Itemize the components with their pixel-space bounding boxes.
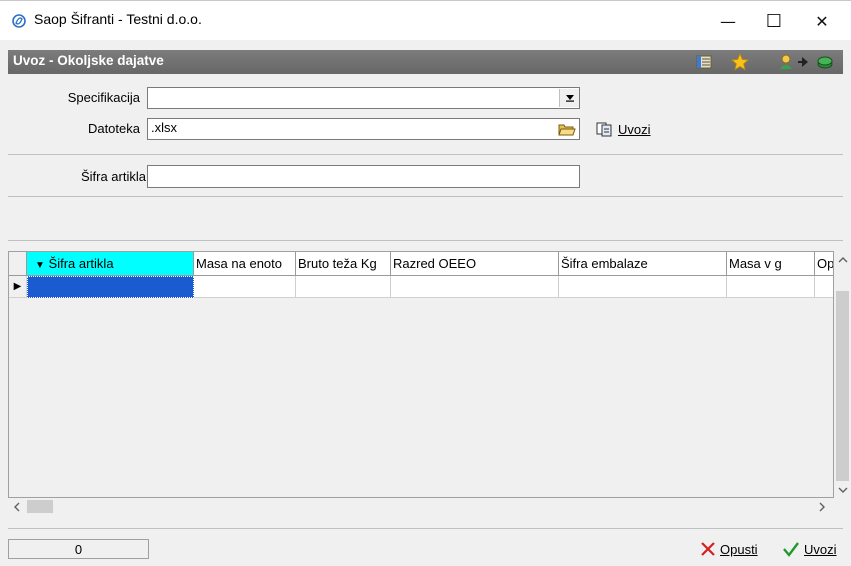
separator (8, 154, 843, 155)
separator (8, 240, 843, 241)
checkmark-icon (783, 542, 799, 557)
sifra-artikla-label: Šifra artikla (80, 169, 146, 184)
horizontal-scrollbar[interactable] (8, 498, 834, 515)
sifra-artikla-input[interactable] (147, 165, 580, 188)
scroll-up-icon[interactable] (834, 251, 851, 268)
window-title: Saop Šifranti - Testni d.o.o. (34, 11, 202, 27)
star-icon[interactable] (731, 53, 749, 71)
cancel-label: Opusti (720, 541, 758, 557)
vertical-scroll-thumb[interactable] (836, 291, 849, 481)
separator (8, 196, 843, 197)
grid-cell[interactable] (194, 276, 296, 298)
grid-cell[interactable] (559, 276, 727, 298)
open-folder-icon[interactable] (557, 120, 577, 138)
form-header-bar: Uvoz - Okoljske dajatve (8, 50, 843, 74)
record-count-field: 0 (8, 539, 149, 559)
datoteka-label: Datoteka (87, 121, 140, 136)
datoteka-field[interactable]: .xlsx (147, 118, 580, 140)
uvozi-file-label: Uvozi (618, 121, 651, 137)
cancel-x-icon (701, 542, 715, 556)
import-icon (596, 122, 612, 137)
user-arrow-icon[interactable] (777, 53, 795, 71)
column-header-razred-oeeo[interactable]: Razred OEEO (391, 252, 559, 276)
separator (8, 528, 843, 529)
dropdown-arrow-icon[interactable] (559, 89, 579, 107)
column-header-sifra-embalaze[interactable]: Šifra embalaze (559, 252, 727, 276)
datoteka-value: .xlsx (151, 120, 177, 135)
grid-cell[interactable] (727, 276, 815, 298)
uvozi-file-button[interactable]: Uvozi (596, 121, 651, 137)
maximize-button[interactable]: ☐ (751, 1, 797, 41)
sort-desc-icon: ▼ (35, 260, 45, 271)
grid-cell[interactable] (815, 276, 833, 298)
grid-cell[interactable] (296, 276, 391, 298)
column-header-sifra-artikla[interactable]: ▼ Šifra artikla (27, 252, 194, 276)
specifikacija-select[interactable] (147, 87, 580, 109)
grid-cell[interactable] (391, 276, 559, 298)
import-button[interactable]: Uvozi (782, 541, 837, 557)
horizontal-scroll-thumb[interactable] (27, 500, 53, 513)
scroll-down-icon[interactable] (834, 481, 851, 498)
grid-corner (9, 252, 27, 276)
grid-cell-selected[interactable] (27, 276, 194, 298)
window-titlebar: Saop Šifranti - Testni d.o.o. — ☐ ✕ (0, 0, 851, 40)
column-header-masa-v-g[interactable]: Masa v g (727, 252, 815, 276)
minimize-button[interactable]: — (705, 1, 751, 41)
column-header-label: Šifra artikla (48, 256, 114, 271)
column-header-op[interactable]: Op (815, 252, 833, 276)
form-title: Uvoz - Okoljske dajatve (13, 53, 164, 68)
scroll-left-icon[interactable] (8, 498, 25, 515)
money-icon[interactable] (816, 53, 834, 71)
list-icon[interactable] (695, 53, 713, 71)
specifikacija-label: Specifikacija (67, 90, 140, 105)
data-grid[interactable]: ▼ Šifra artikla Masa na enoto Bruto teža… (8, 251, 834, 498)
current-row-indicator-icon: ▶ (9, 276, 27, 298)
app-logo-icon (12, 14, 26, 28)
column-header-masa-na-enoto[interactable]: Masa na enoto (194, 252, 296, 276)
close-button[interactable]: ✕ (799, 1, 845, 41)
column-header-bruto-teza[interactable]: Bruto teža Kg (296, 252, 391, 276)
vertical-scrollbar[interactable] (834, 251, 851, 498)
cancel-button[interactable]: Opusti (700, 541, 758, 557)
import-label: Uvozi (804, 541, 837, 557)
forward-arrow-icon[interactable] (796, 53, 814, 71)
scroll-right-icon[interactable] (813, 498, 830, 515)
